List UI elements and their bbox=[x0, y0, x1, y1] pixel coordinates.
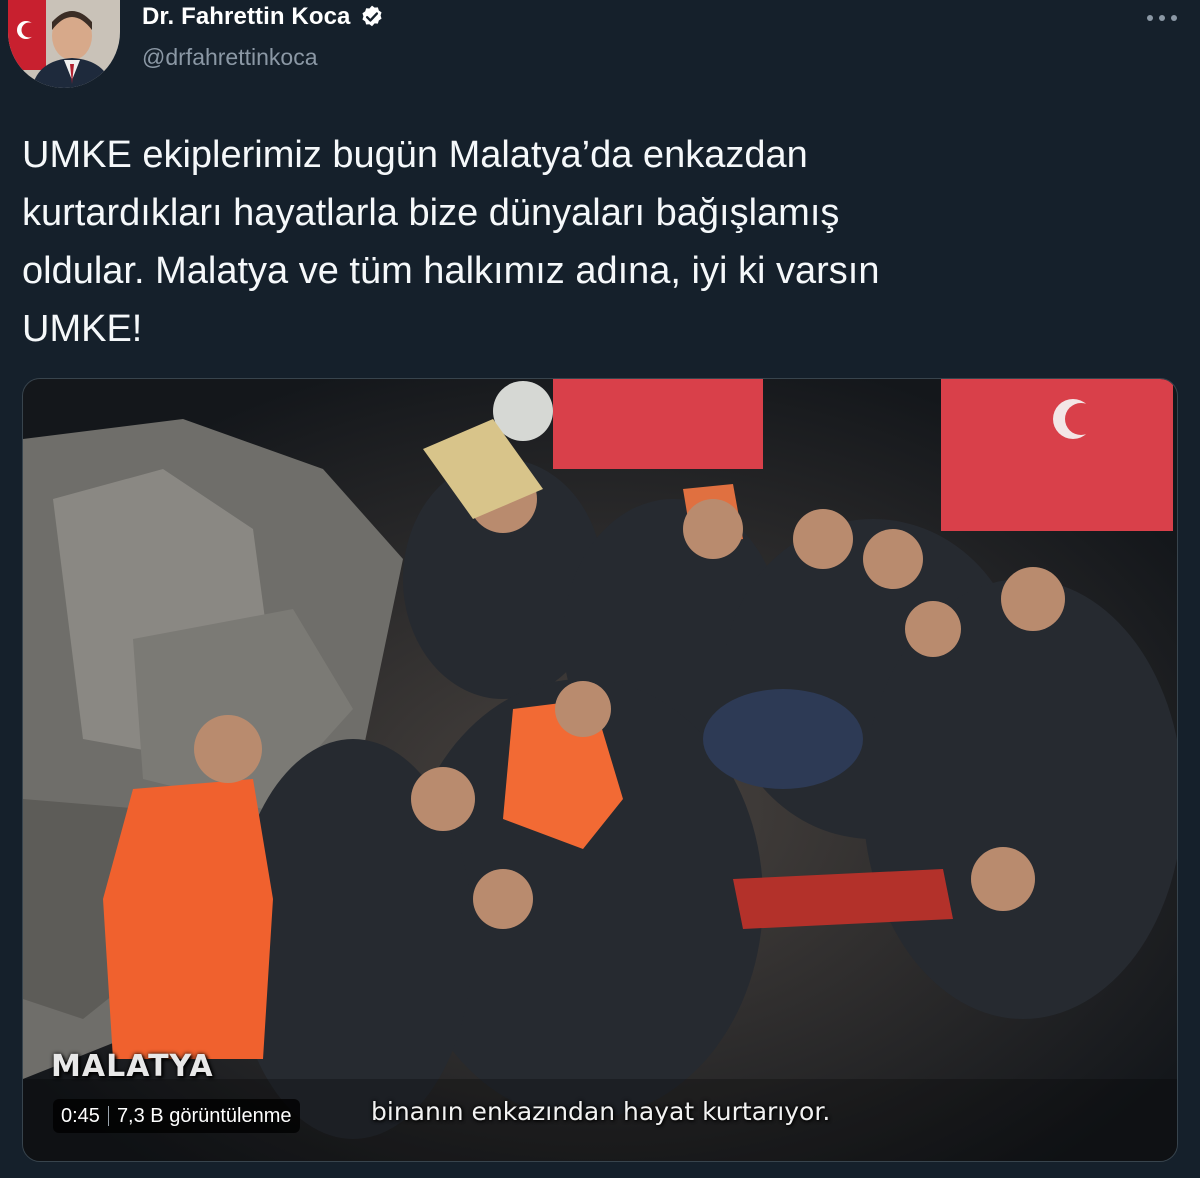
video-stats-badge: 0:45 7,3 B görüntülenme bbox=[53, 1099, 300, 1133]
tweet-text: UMKE ekiplerimiz bugün Malatya’da enkazd… bbox=[22, 126, 1142, 358]
tweet-text-line: oldular. Malatya ve tüm halkımız adına, … bbox=[22, 250, 880, 292]
video-frame bbox=[23, 379, 1177, 1161]
video-view-count: 7,3 B görüntülenme bbox=[116, 1104, 292, 1127]
tweet-text-line: UMKE! bbox=[22, 308, 143, 350]
verified-badge-icon bbox=[361, 5, 382, 27]
video-duration: 0:45 bbox=[61, 1104, 100, 1127]
author-name[interactable]: Dr. Fahrettin Koca bbox=[142, 3, 351, 31]
video-subtitle: binanın enkazından hayat kurtarıyor. bbox=[371, 1097, 831, 1126]
stats-divider bbox=[107, 1106, 109, 1126]
more-horizontal-icon[interactable] bbox=[1138, 6, 1186, 30]
tweet-text-line: kurtardıkları hayatlarla bize dünyaları … bbox=[22, 192, 840, 234]
avatar[interactable] bbox=[8, 0, 120, 88]
tweet-text-line: UMKE ekiplerimiz bugün Malatya’da enkazd… bbox=[22, 134, 808, 176]
author-handle[interactable]: @drfahrettinkoca bbox=[142, 44, 318, 71]
video-location-caption: MALATYA bbox=[51, 1049, 214, 1084]
video-player[interactable]: MALATYA binanın enkazından hayat kurtarı… bbox=[22, 378, 1178, 1162]
profile-photo bbox=[8, 0, 120, 88]
author-name-row[interactable]: Dr. Fahrettin Koca bbox=[142, 3, 385, 31]
